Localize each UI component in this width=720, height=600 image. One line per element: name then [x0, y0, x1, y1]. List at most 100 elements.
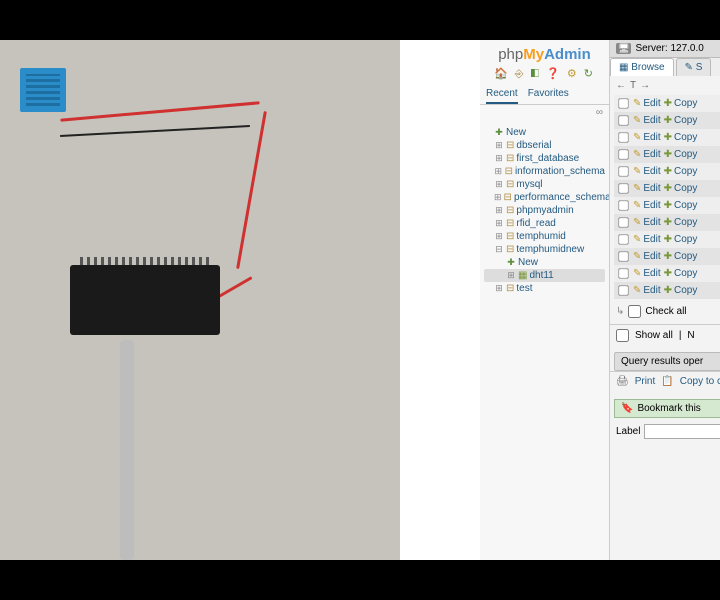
edit-link[interactable]: ✎Edit — [633, 183, 661, 194]
tree-db-dbserial[interactable]: ⊞⊟dbserial — [484, 139, 605, 152]
copy-link[interactable]: ✚Copy — [664, 200, 698, 211]
copy-link[interactable]: ✚Copy — [664, 166, 698, 177]
expand-icon: ⊞ — [494, 218, 504, 229]
home-icon[interactable]: 🏠 — [494, 68, 510, 80]
tab-recent[interactable]: Recent — [486, 85, 518, 104]
bookmark-label: Bookmark this — [637, 403, 700, 414]
check-all-checkbox[interactable] — [628, 305, 641, 318]
tree-db-performance-schema[interactable]: ⊞⊟performance_schema — [484, 191, 605, 204]
row-checkbox[interactable] — [618, 200, 628, 210]
copy-link[interactable]: ✚Copy — [664, 132, 698, 143]
tree-db-phpmyadmin[interactable]: ⊞⊟phpmyadmin — [484, 204, 605, 217]
query-ops-label: Query results oper — [621, 356, 703, 367]
tree-db-information-schema[interactable]: ⊞⊟information_schema — [484, 165, 605, 178]
browse-icon: ▦ — [619, 62, 628, 73]
show-all-label: Show all — [635, 330, 673, 341]
row-checkbox[interactable] — [618, 234, 628, 244]
docs-icon[interactable]: ❓ — [546, 68, 562, 80]
tree-db-mysql[interactable]: ⊞⊟mysql — [484, 178, 605, 191]
tree-new-table[interactable]: ✚New — [484, 256, 605, 269]
db-label: rfid_read — [516, 218, 555, 229]
edit-link[interactable]: ✎Edit — [633, 98, 661, 109]
check-all-row: ↳ Check all — [610, 299, 720, 324]
copy-icon: ✚ — [664, 149, 672, 160]
edit-link[interactable]: ✎Edit — [633, 285, 661, 296]
server-breadcrumb[interactable]: 🖥 Server: 127.0.0 — [610, 40, 720, 58]
copy-link[interactable]: ✚Copy — [664, 234, 698, 245]
collapse-icon: ⊟ — [494, 244, 504, 255]
row-checkbox[interactable] — [618, 149, 628, 159]
tree-db-rfid-read[interactable]: ⊞⊟rfid_read — [484, 217, 605, 230]
tab-structure-label: S — [696, 62, 703, 73]
copy-icon: ✚ — [664, 200, 672, 211]
query-ops-header: Query results oper — [614, 352, 720, 371]
edit-link[interactable]: ✎Edit — [633, 149, 661, 160]
copy-icon: ✚ — [664, 98, 672, 109]
tab-favorites[interactable]: Favorites — [528, 85, 569, 104]
edit-link[interactable]: ✎Edit — [633, 166, 661, 177]
pencil-icon: ✎ — [633, 149, 641, 160]
tab-structure[interactable]: ✎ S — [676, 58, 712, 76]
show-all-checkbox[interactable] — [616, 329, 629, 342]
pma-toolbar: 🏠 ⎆ ◧ ❓ ⚙ ↻ — [480, 65, 609, 85]
tree-db-temphumidnew[interactable]: ⊟⊟temphumidnew — [484, 243, 605, 256]
copy-link[interactable]: ✚Copy — [664, 217, 698, 228]
tree-new-label: New — [506, 127, 526, 138]
edit-link[interactable]: ✎Edit — [633, 115, 661, 126]
row-checkbox[interactable] — [618, 251, 628, 261]
row-checkbox[interactable] — [618, 98, 628, 108]
copy-icon: ✚ — [664, 132, 672, 143]
row-checkbox[interactable] — [618, 217, 628, 227]
tree-db-temphumid[interactable]: ⊞⊟temphumid — [484, 230, 605, 243]
print-icon: 🖨 — [616, 376, 629, 387]
copy-link[interactable]: ✚Copy — [664, 251, 698, 262]
copy-link[interactable]: ✚Copy — [664, 98, 698, 109]
row-checkbox[interactable] — [618, 183, 628, 193]
table-row: ✎Edit✚Copy — [614, 112, 720, 129]
tab-browse[interactable]: ▦ Browse — [610, 58, 674, 76]
row-checkbox[interactable] — [618, 285, 628, 295]
logo-my: My — [523, 46, 544, 63]
reload-icon[interactable]: ↻ — [584, 68, 595, 80]
copy-icon: ✚ — [664, 268, 672, 279]
print-link[interactable]: Print — [635, 376, 656, 387]
settings-icon[interactable]: ⚙ — [567, 68, 579, 80]
bookmark-label-input[interactable] — [644, 424, 720, 439]
copy-link[interactable]: ✚Copy — [664, 285, 698, 296]
edit-link[interactable]: ✎Edit — [633, 200, 661, 211]
row-checkbox[interactable] — [618, 132, 628, 142]
copy-link[interactable]: ✚Copy — [664, 183, 698, 194]
edit-link[interactable]: ✎Edit — [633, 251, 661, 262]
edit-link[interactable]: ✎Edit — [633, 268, 661, 279]
tree-table-dht11[interactable]: ⊞▦dht11 — [484, 269, 605, 282]
prev-icon[interactable]: ← — [616, 80, 626, 91]
tree-db-first-database[interactable]: ⊞⊟first_database — [484, 152, 605, 165]
db-icon: ⊟ — [505, 166, 513, 177]
logout-icon[interactable]: ⎆ — [515, 68, 526, 80]
pane-gap — [400, 40, 480, 560]
clipboard-icon: 📋 — [661, 376, 673, 387]
row-checkbox[interactable] — [618, 268, 628, 278]
row-checkbox[interactable] — [618, 115, 628, 125]
db-icon: ⊟ — [506, 179, 514, 190]
tree-new[interactable]: ✚New — [484, 126, 605, 139]
server-icon: 🖥 — [616, 43, 631, 54]
sql-icon[interactable]: ◧ — [531, 68, 541, 80]
edit-link[interactable]: ✎Edit — [633, 217, 661, 228]
copy-clipboard-link[interactable]: Copy to c — [680, 376, 720, 387]
row-checkbox[interactable] — [618, 166, 628, 176]
copy-link[interactable]: ✚Copy — [664, 149, 698, 160]
pencil-icon: ✎ — [633, 200, 641, 211]
edit-link[interactable]: ✎Edit — [633, 234, 661, 245]
copy-link[interactable]: ✚Copy — [664, 268, 698, 279]
tree-db-test[interactable]: ⊞⊟test — [484, 282, 605, 295]
table-label: dht11 — [529, 270, 553, 281]
pencil-icon: ✎ — [633, 115, 641, 126]
t-icon[interactable]: T — [630, 80, 636, 91]
collapse-icon[interactable]: ∞ — [480, 105, 609, 124]
expand-icon: ⊞ — [494, 153, 504, 164]
copy-link[interactable]: ✚Copy — [664, 115, 698, 126]
next-icon[interactable]: → — [640, 80, 650, 91]
bookmark-icon: 🔖 — [621, 403, 633, 414]
edit-link[interactable]: ✎Edit — [633, 132, 661, 143]
